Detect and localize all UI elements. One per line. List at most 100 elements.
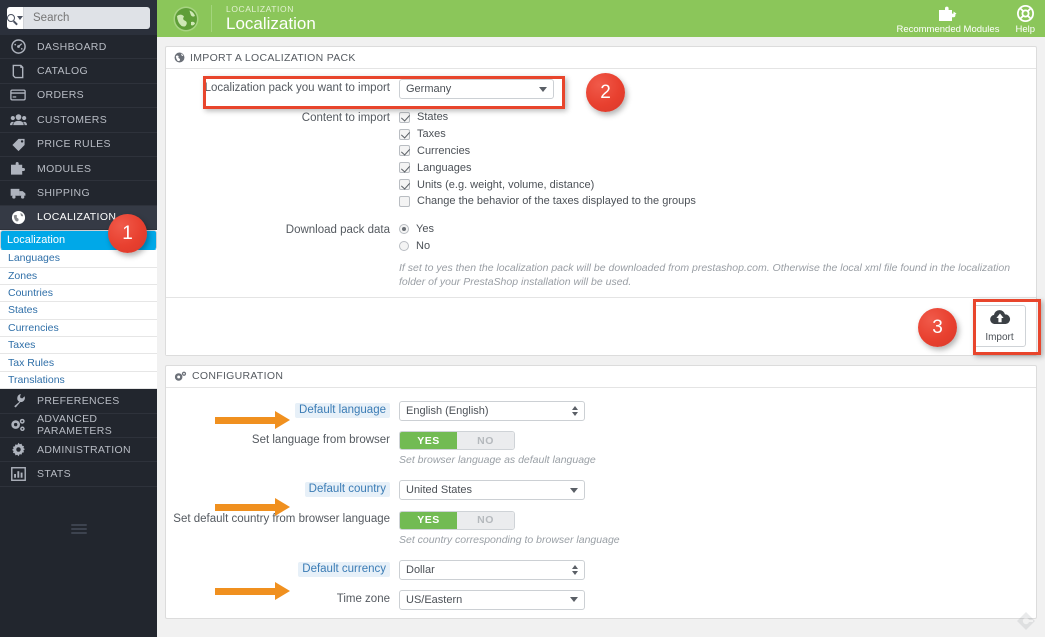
default-country-value: United States <box>406 484 473 497</box>
sidebar-item-preferences[interactable]: PREFERENCES <box>0 389 157 414</box>
radio-label: No <box>416 239 431 252</box>
sidebar-subitem-states[interactable]: States <box>0 302 157 320</box>
sidebar-item-catalog[interactable]: CATALOG <box>0 59 157 84</box>
default-language-control: English (English) <box>399 400 1036 421</box>
sidebar-subitem-countries[interactable]: Countries <box>0 285 157 303</box>
checkbox-row[interactable]: Units (e.g. weight, volume, distance) <box>399 176 1036 193</box>
configuration-panel-body: Default language English (English) Set l… <box>166 388 1036 618</box>
help-button[interactable]: Help <box>1015 5 1035 37</box>
sidebar-item-label: SHIPPING <box>37 187 90 200</box>
chevron-down-icon <box>17 15 23 20</box>
default-country-label: Default country <box>166 480 399 498</box>
sidebar-item-dashboard[interactable]: DASHBOARD <box>0 35 157 60</box>
set-country-browser-row: Set default country from browser languag… <box>166 510 1036 546</box>
breadcrumb: LOCALIZATION <box>226 3 294 14</box>
search-box[interactable] <box>7 6 150 29</box>
set-language-browser-control: YES NO Set browser language as default l… <box>399 431 1036 466</box>
sidebar-subitem-label: Tax Rules <box>8 356 55 369</box>
chevron-down-icon <box>570 597 578 603</box>
toggle-yes[interactable]: YES <box>400 432 457 450</box>
sidebar-subitem-currencies[interactable]: Currencies <box>0 320 157 338</box>
annotation-arrow-default-currency <box>215 582 290 600</box>
page-title-block: LOCALIZATION Localization <box>226 5 316 33</box>
checkbox-currencies[interactable] <box>399 145 410 157</box>
sidebar-collapse-handle[interactable] <box>71 524 87 535</box>
localization-pack-select[interactable]: Germany <box>399 79 554 99</box>
checkbox-tax-behavior[interactable] <box>399 195 410 207</box>
bars-icon <box>8 466 28 482</box>
sidebar-item-stats[interactable]: STATS <box>0 462 157 487</box>
set-country-browser-toggle[interactable]: YES NO <box>399 510 515 530</box>
default-currency-label: Default currency <box>166 560 399 577</box>
sidebar-subitem-label: Zones <box>8 269 38 282</box>
set-language-browser-toggle[interactable]: YES NO <box>399 431 515 451</box>
checkbox-states[interactable] <box>399 111 410 123</box>
checkbox-row[interactable]: Languages <box>399 159 1036 176</box>
sidebar-search-area <box>0 0 157 35</box>
checkbox-row[interactable]: Taxes <box>399 126 1036 143</box>
gears-icon <box>174 371 187 382</box>
sidebar-main-nav: DASHBOARD CATALOG ORDERS CUSTOMERS PRICE… <box>0 35 157 231</box>
arrow-head <box>275 411 290 429</box>
handle-bar <box>71 528 87 530</box>
sidebar-subitem-zones[interactable]: Zones <box>0 268 157 285</box>
sidebar-item-orders[interactable]: ORDERS <box>0 84 157 109</box>
sidebar-subitem-translations[interactable]: Translations <box>0 372 157 390</box>
sidebar-subitem-languages[interactable]: Languages <box>0 250 157 268</box>
set-language-browser-label: Set language from browser <box>251 433 390 446</box>
default-country-select[interactable]: United States <box>399 480 585 501</box>
search-icon <box>7 13 15 22</box>
sidebar-subitem-tax-rules[interactable]: Tax Rules <box>0 354 157 372</box>
sidebar-subitem-label: Currencies <box>8 321 59 334</box>
toggle-yes[interactable]: YES <box>400 511 457 529</box>
header-actions: Recommended Modules Help <box>896 0 1045 37</box>
search-input[interactable] <box>24 10 150 25</box>
checkbox-row[interactable]: Change the behavior of the taxes display… <box>399 193 1036 210</box>
configuration-panel-title: CONFIGURATION <box>192 370 284 383</box>
prestashop-admin-screen: DASHBOARD CATALOG ORDERS CUSTOMERS <box>0 0 1045 637</box>
sidebar-item-label: PREFERENCES <box>37 394 120 407</box>
content-to-import-options: States Taxes Currencies Languages Units … <box>399 109 1036 210</box>
configuration-panel: CONFIGURATION Default language English (… <box>165 364 1037 619</box>
page-header: LOCALIZATION Localization Recommended Mo… <box>157 0 1045 37</box>
puzzle-icon <box>8 161 28 177</box>
timezone-select[interactable]: US/Eastern <box>399 589 585 610</box>
radio-download-no[interactable] <box>399 240 409 251</box>
recommended-modules-label: Recommended Modules <box>896 24 1000 35</box>
sidebar-subitem-label: Localization <box>7 234 66 247</box>
recommended-modules-button[interactable]: Recommended Modules <box>896 6 999 37</box>
default-currency-select[interactable]: Dollar <box>399 559 585 580</box>
import-button[interactable]: Import <box>973 304 1026 347</box>
radio-row[interactable]: No <box>399 237 1036 254</box>
checkbox-languages[interactable] <box>399 162 410 174</box>
set-language-browser-row: Set language from browser YES NO Set bro… <box>166 431 1036 466</box>
globe-icon <box>8 209 28 225</box>
radio-download-yes[interactable] <box>399 224 409 235</box>
annotation-badge-2: 2 <box>586 73 625 112</box>
sidebar-item-price-rules[interactable]: PRICE RULES <box>0 133 157 157</box>
radio-row[interactable]: Yes <box>399 221 1036 238</box>
toggle-no[interactable]: NO <box>457 511 514 529</box>
checkbox-taxes[interactable] <box>399 128 410 140</box>
checkbox-units[interactable] <box>399 179 410 191</box>
default-language-row: Default language English (English) <box>166 400 1036 421</box>
sidebar-item-label: DASHBOARD <box>37 40 107 53</box>
download-pack-data-options: Yes No If set to yes then the localizati… <box>399 221 1036 289</box>
toggle-no[interactable]: NO <box>457 432 514 450</box>
search-scope-button[interactable] <box>7 6 24 29</box>
checkbox-row[interactable]: Currencies <box>399 143 1036 160</box>
sidebar-item-label: ADMINISTRATION <box>37 443 131 456</box>
default-country-row: Default country United States <box>166 480 1036 501</box>
checkbox-row[interactable]: States <box>399 109 1036 126</box>
truck-icon <box>8 185 28 201</box>
sidebar-item-shipping[interactable]: SHIPPING <box>0 181 157 206</box>
sidebar-subitem-taxes[interactable]: Taxes <box>0 337 157 355</box>
sidebar-item-advanced-parameters[interactable]: ADVANCED PARAMETERS <box>0 413 157 439</box>
sidebar-item-label: ORDERS <box>37 89 85 102</box>
lifering-icon <box>1016 5 1035 24</box>
sidebar-item-administration[interactable]: ADMINISTRATION <box>0 438 157 463</box>
default-language-select[interactable]: English (English) <box>399 400 585 421</box>
sidebar-item-modules[interactable]: MODULES <box>0 157 157 182</box>
sidebar-item-customers[interactable]: CUSTOMERS <box>0 108 157 133</box>
card-icon <box>8 87 28 103</box>
